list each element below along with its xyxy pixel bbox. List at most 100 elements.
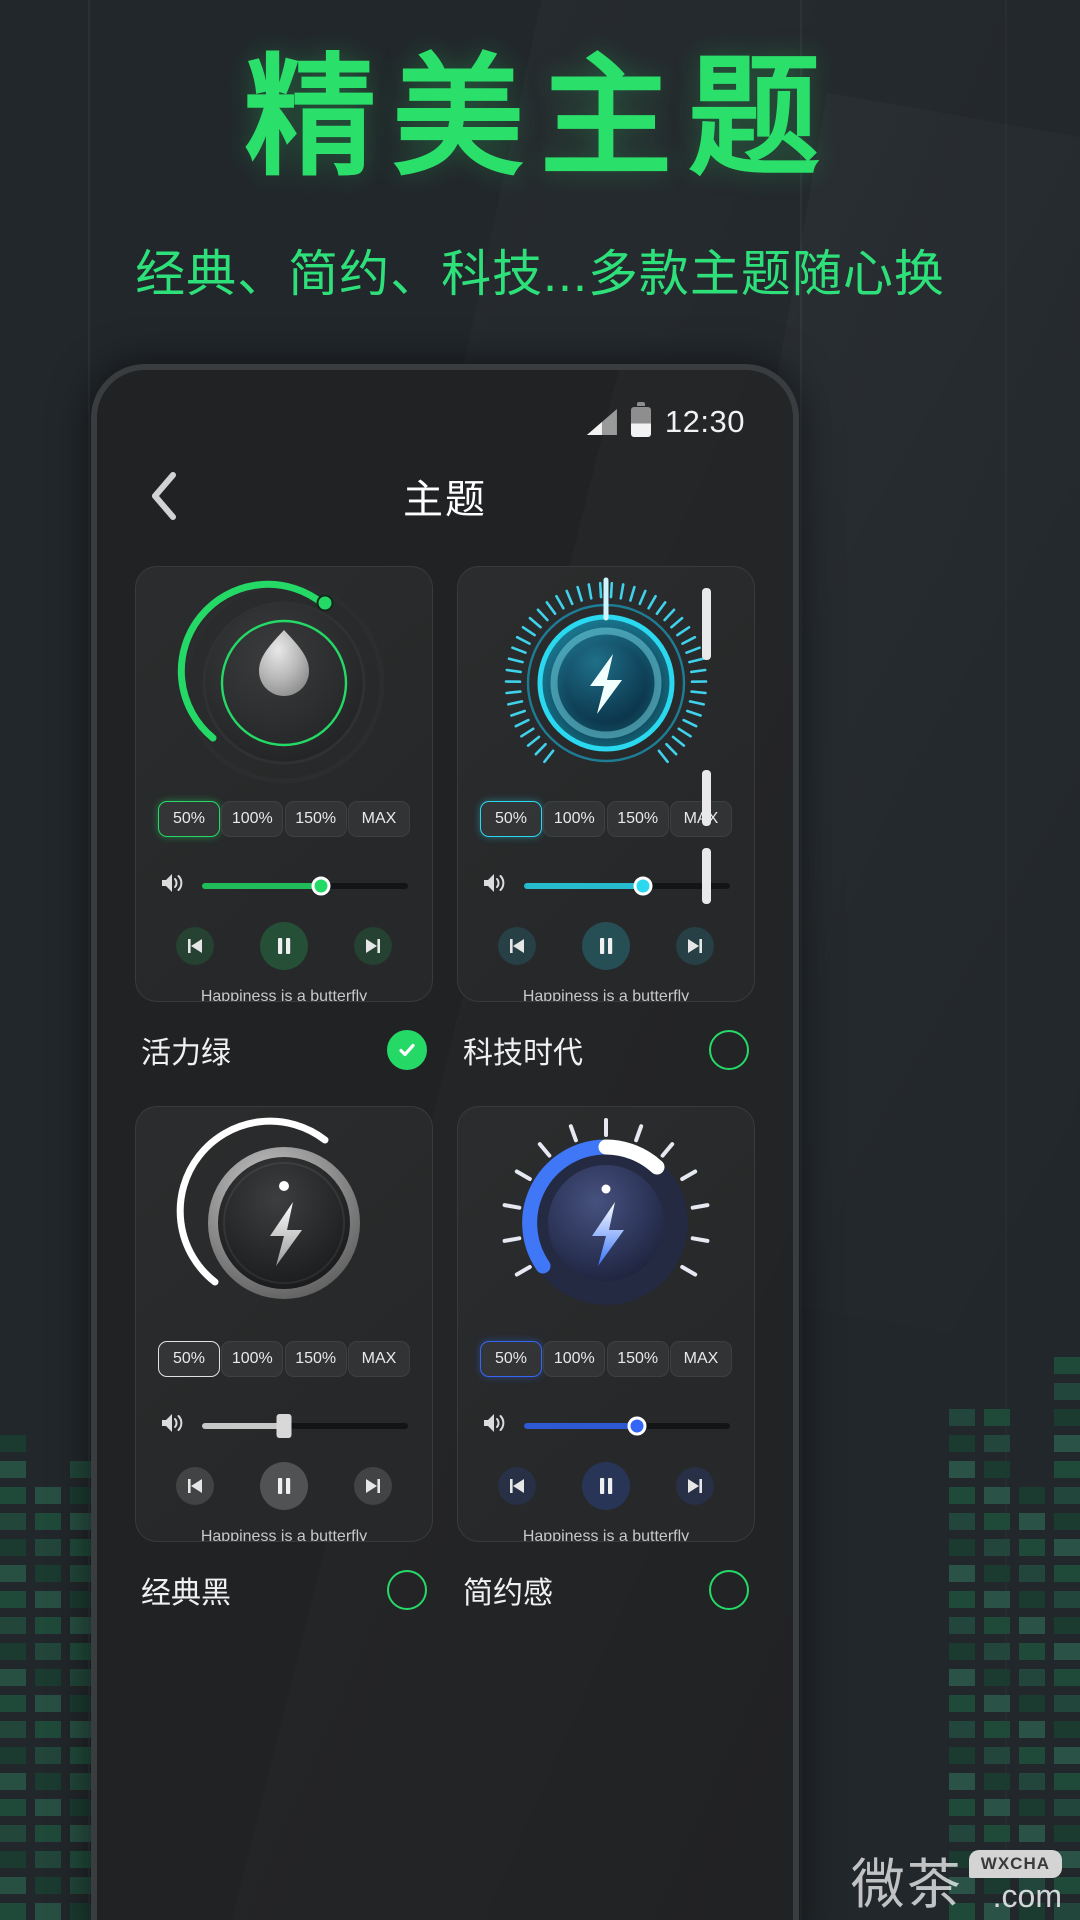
knob-indicator-dot: [279, 1181, 289, 1191]
preset-button-50pct[interactable]: 50%: [480, 801, 542, 837]
pause-icon: [274, 935, 294, 957]
equalizer-cell: [0, 1773, 26, 1790]
equalizer-cell: [0, 1799, 26, 1816]
preset-button-100pct[interactable]: 100%: [543, 1341, 605, 1377]
equalizer-cell: [1019, 1773, 1045, 1790]
equalizer-cell: [1054, 1799, 1080, 1816]
equalizer-column: [35, 1487, 61, 1920]
equalizer-cell: [0, 1461, 26, 1478]
next-track-button[interactable]: [354, 927, 392, 965]
pause-icon: [596, 935, 616, 957]
theme-preview-card[interactable]: 50% 100% 150% MAX Happiness is a butterfly: [457, 1106, 755, 1542]
volume-row: [150, 871, 418, 900]
preset-button-50pct[interactable]: 50%: [480, 1341, 542, 1377]
pause-icon: [596, 1475, 616, 1497]
next-track-button[interactable]: [676, 927, 714, 965]
equalizer-cell: [1019, 1695, 1045, 1712]
theme-knob-blue[interactable]: [497, 1114, 715, 1332]
theme-cell: 50% 100% 150% MAX Happiness is a butterfly …: [135, 1106, 433, 1636]
theme-select-radio[interactable]: [709, 1030, 749, 1070]
equalizer-cell: [1054, 1773, 1080, 1790]
volume-slider[interactable]: [524, 883, 730, 889]
equalizer-cell: [984, 1591, 1010, 1608]
equalizer-cell: [1054, 1513, 1080, 1530]
preset-button-150pct[interactable]: 150%: [285, 801, 347, 837]
song-title: Happiness is a butterfly: [150, 988, 418, 1002]
equalizer-cell: [1019, 1565, 1045, 1582]
equalizer-cell: [1019, 1825, 1045, 1842]
phone-side-button-1[interactable]: [702, 588, 711, 660]
theme-label-row: 经典黑: [135, 1542, 433, 1636]
phone-side-button-2[interactable]: [702, 770, 711, 826]
equalizer-column: [0, 1435, 26, 1920]
preset-button-100pct[interactable]: 100%: [543, 801, 605, 837]
preset-button-max[interactable]: MAX: [348, 1341, 410, 1377]
equalizer-cell: [984, 1409, 1010, 1426]
volume-slider[interactable]: [202, 883, 408, 889]
equalizer-cell: [949, 1799, 975, 1816]
equalizer-cell: [35, 1643, 61, 1660]
play-pause-button[interactable]: [582, 922, 630, 970]
volume-slider-thumb[interactable]: [277, 1414, 292, 1438]
preset-button-50pct[interactable]: 50%: [158, 1341, 220, 1377]
volume-slider[interactable]: [202, 1423, 408, 1429]
preset-button-max[interactable]: MAX: [670, 801, 732, 837]
previous-track-button[interactable]: [498, 1467, 536, 1505]
pause-icon: [274, 1475, 294, 1497]
volume-icon[interactable]: [160, 1411, 186, 1440]
volume-slider-thumb[interactable]: [312, 876, 331, 895]
preset-button-max[interactable]: MAX: [670, 1341, 732, 1377]
theme-knob-cyan[interactable]: [497, 574, 715, 792]
equalizer-bars-left: [0, 1435, 96, 1920]
theme-preview-card[interactable]: 50% 100% 150% MAX Happiness is a butterfly: [135, 566, 433, 1002]
knob-area: [472, 1107, 740, 1339]
phone-side-button-3[interactable]: [702, 848, 711, 904]
equalizer-cell: [1019, 1617, 1045, 1634]
previous-track-button[interactable]: [498, 927, 536, 965]
equalizer-cell: [949, 1565, 975, 1582]
volume-slider-thumb[interactable]: [628, 1416, 647, 1435]
theme-select-radio[interactable]: [387, 1030, 427, 1070]
volume-slider[interactable]: [524, 1423, 730, 1429]
media-controls: [472, 922, 740, 970]
preset-button-150pct[interactable]: 150%: [607, 1341, 669, 1377]
preset-button-150pct[interactable]: 150%: [285, 1341, 347, 1377]
equalizer-cell: [949, 1825, 975, 1842]
phone-screen: 12:30 主题 50% 100% 150% MAX Happiness is …: [97, 370, 793, 1920]
preset-button-max[interactable]: MAX: [348, 801, 410, 837]
preset-button-100pct[interactable]: 100%: [221, 1341, 283, 1377]
next-track-button[interactable]: [676, 1467, 714, 1505]
equalizer-cell: [949, 1539, 975, 1556]
skip-previous-icon: [507, 936, 527, 956]
theme-knob-green[interactable]: [175, 574, 393, 792]
next-track-button[interactable]: [354, 1467, 392, 1505]
theme-select-radio[interactable]: [709, 1570, 749, 1610]
theme-label-row: 科技时代: [457, 1002, 755, 1096]
play-pause-button[interactable]: [582, 1462, 630, 1510]
media-controls: [150, 1462, 418, 1510]
volume-icon[interactable]: [160, 871, 186, 900]
volume-icon[interactable]: [482, 1411, 508, 1440]
equalizer-cell: [1054, 1669, 1080, 1686]
play-pause-button[interactable]: [260, 922, 308, 970]
equalizer-cell: [984, 1461, 1010, 1478]
theme-cell: 50% 100% 150% MAX Happiness is a butterfly …: [135, 566, 433, 1096]
play-pause-button[interactable]: [260, 1462, 308, 1510]
previous-track-button[interactable]: [176, 927, 214, 965]
theme-select-radio[interactable]: [387, 1570, 427, 1610]
equalizer-cell: [949, 1487, 975, 1504]
theme-preview-card[interactable]: 50% 100% 150% MAX Happiness is a butterfly: [135, 1106, 433, 1542]
preset-button-100pct[interactable]: 100%: [221, 801, 283, 837]
volume-slider-thumb[interactable]: [634, 876, 653, 895]
back-button[interactable]: [131, 463, 197, 529]
previous-track-button[interactable]: [176, 1467, 214, 1505]
theme-cell: 50% 100% 150% MAX Happiness is a butterfly …: [457, 1106, 755, 1636]
preset-button-150pct[interactable]: 150%: [607, 801, 669, 837]
preset-button-50pct[interactable]: 50%: [158, 801, 220, 837]
watermark: 微茶 WXCHA .com: [851, 1850, 1062, 1912]
theme-knob-black[interactable]: [175, 1114, 393, 1332]
equalizer-cell: [0, 1539, 26, 1556]
equalizer-column: [1054, 1357, 1080, 1920]
volume-icon[interactable]: [482, 871, 508, 900]
equalizer-cell: [984, 1747, 1010, 1764]
